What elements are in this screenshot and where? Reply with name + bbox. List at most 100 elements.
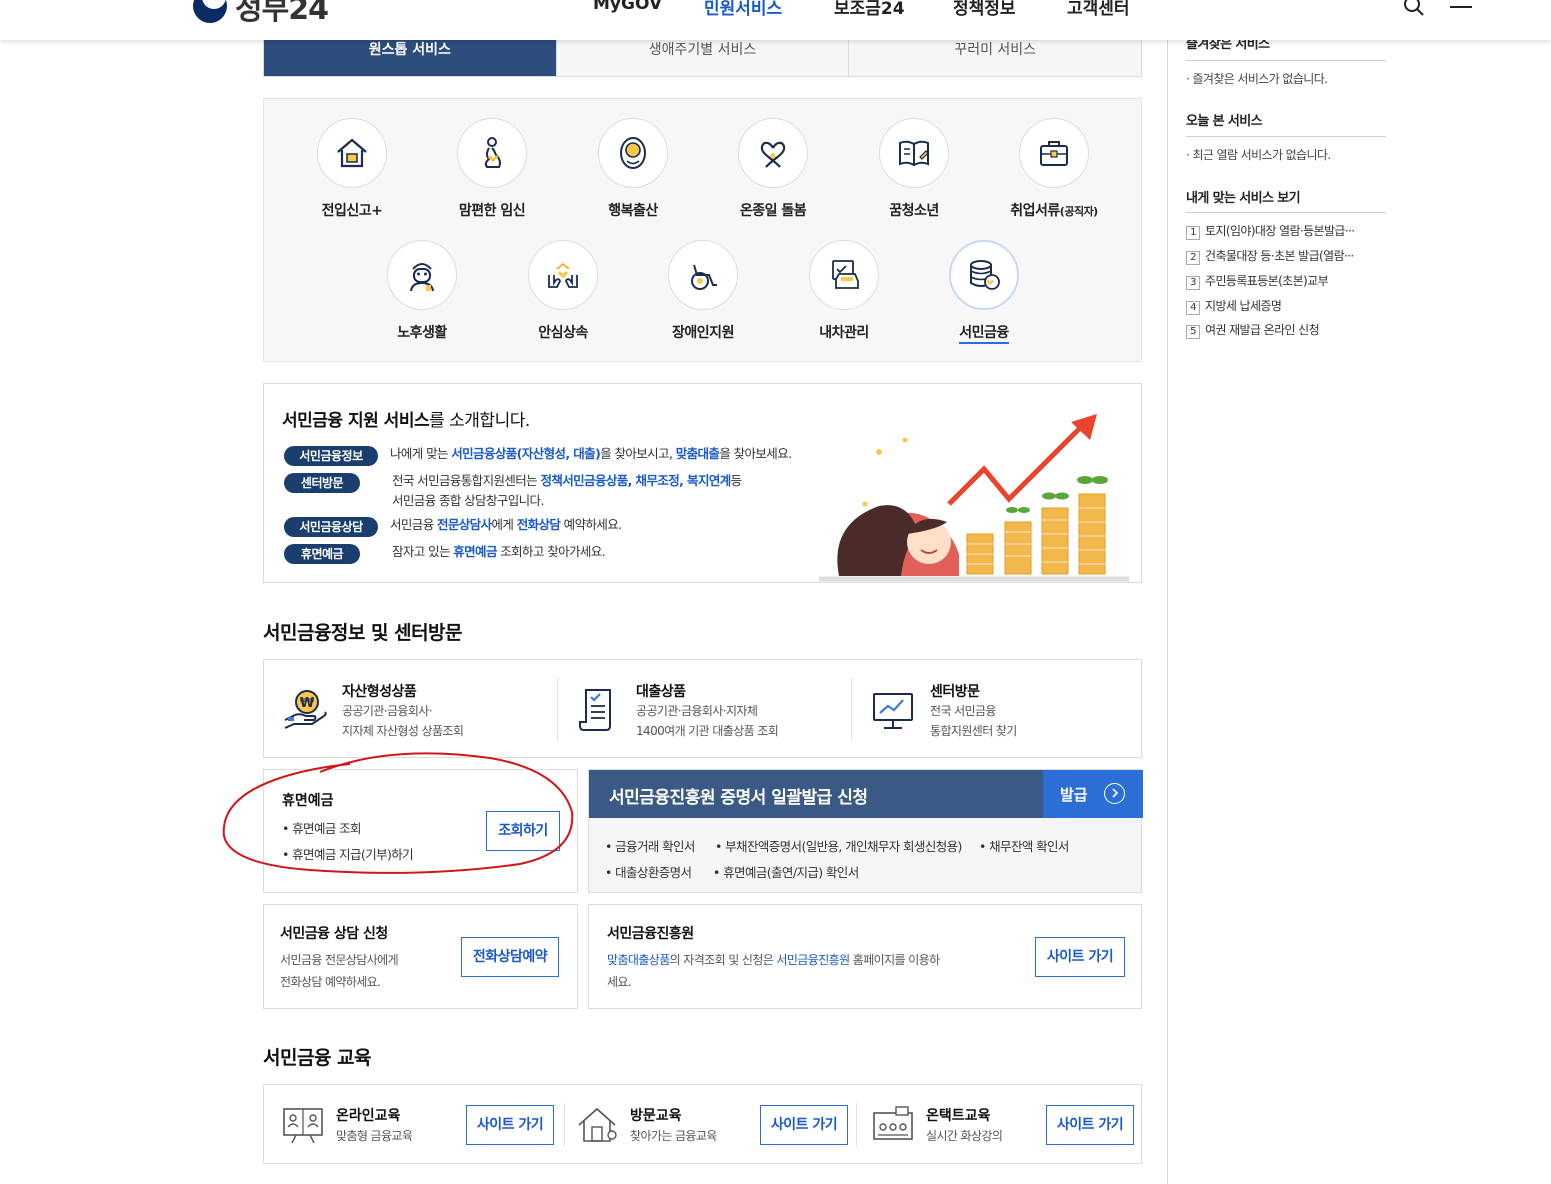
- sidebar-rank-item[interactable]: 2 건축물대장 등·초본 발급(열람···: [1186, 247, 1354, 265]
- finance-info-links: ₩ 자산형성상품 공공기관·금융회사· 지자체 자산형성 상품조회 대출상품 공공…: [263, 659, 1142, 758]
- category-inheritance[interactable]: 안심상속: [493, 240, 633, 342]
- elderly-icon: [410, 263, 434, 292]
- education-box: 온라인교육 맞춤형 금융교육 사이트 가기 방문교육 찾아가는 금융교육 사이트…: [263, 1084, 1142, 1164]
- divider: [1186, 60, 1386, 61]
- sidebar-rank-title: 내게 맞는 서비스 보기: [1186, 191, 1301, 206]
- category-move-in[interactable]: 전입신고+: [282, 118, 422, 220]
- category-low-income-finance[interactable]: 서민금융: [914, 240, 1054, 344]
- agency-box: 서민금융진흥원 맞춤대출상품의 자격조회 및 신청은 서민금융진흥원 홈페이지를…: [588, 904, 1142, 1009]
- chevron-right-circle-icon: [1104, 783, 1125, 804]
- ontact-education-site-button[interactable]: 사이트 가기: [1046, 1105, 1134, 1145]
- cert-item: 금융거래 확인서: [605, 836, 695, 855]
- list-item: 휴면예금 조회: [282, 816, 413, 842]
- category-car[interactable]: 내차관리: [774, 240, 914, 342]
- site-logo[interactable]: 정부24: [193, 0, 329, 27]
- cert-header: 서민금융진흥원 증명서 일괄발급 신청: [589, 770, 1043, 818]
- category-youth[interactable]: 꿈청소년: [844, 118, 984, 220]
- category-disability[interactable]: 장애인지원: [633, 240, 773, 342]
- house-icon: [337, 138, 367, 168]
- section-title-finance-info: 서민금융정보 및 센터방문: [263, 622, 463, 644]
- onestop-category-grid: 전입신고+ 맘편한 임신 행복출산 온종일 돌봄 꿈청소년 취업서류(공직자) …: [263, 98, 1142, 362]
- sidebar-rank-item[interactable]: 4 지방세 납세증명: [1186, 297, 1282, 315]
- agency-site-button[interactable]: 사이트 가기: [1035, 937, 1125, 977]
- intro-desc-finance-info: 나에게 맞는 서민금융상품(자산형성, 대출)을 찾아보시고, 맞춤대출을 찾아…: [390, 446, 792, 461]
- car-icon: [832, 260, 859, 289]
- nav-civil-services[interactable]: 민원서비스: [704, 0, 782, 19]
- won-hand-icon: ₩: [284, 690, 327, 729]
- custom-loan-link[interactable]: 맞춤대출상품: [607, 953, 670, 967]
- house-visit-icon: [578, 1107, 617, 1142]
- visit-education-site-button[interactable]: 사이트 가기: [760, 1105, 848, 1145]
- finance-growth-illustration: [819, 414, 1129, 582]
- category-daycare[interactable]: 온종일 돌봄: [703, 118, 843, 220]
- dormant-deposit-box: 휴면예금 휴면예금 조회 휴면예금 지급(기부)하기 조회하기: [263, 769, 578, 893]
- center-visit-link[interactable]: 센터방문 전국 서민금융 통합지원센터 찾기: [852, 660, 1145, 759]
- category-employment-docs[interactable]: 취업서류(공직자): [984, 118, 1124, 220]
- cert-item: 대출상환증명서: [605, 862, 692, 881]
- cert-issue-button[interactable]: 발급: [1043, 770, 1143, 818]
- tab-onestop[interactable]: 원스톱 서비스: [264, 40, 557, 76]
- sidebar-rank-item[interactable]: 3 주민등록표등본(초본)교부: [1186, 272, 1329, 290]
- phone-consult-button[interactable]: 전화상담예약: [461, 937, 559, 977]
- badge-center-visit: 센터방문: [284, 473, 360, 493]
- nav-policy-info[interactable]: 정책정보: [953, 0, 1016, 19]
- global-header: 정부24 MyGOV 민원서비스 보조금24 정책정보 고객센터: [0, 0, 1551, 40]
- intro-title: 서민금융 지원 서비스를 소개합니다.: [282, 411, 530, 431]
- sidebar-recent-empty: · 최근 열람 서비스가 없습니다.: [1186, 148, 1331, 162]
- nav-customer-center[interactable]: 고객센터: [1067, 0, 1130, 19]
- online-class-icon: [283, 1108, 323, 1144]
- cert-item: 부채잔액증명서(일반용, 개인채무자 회생신청용): [715, 836, 962, 855]
- sidebar-recent-title: 오늘 본 서비스: [1186, 114, 1263, 129]
- menu-icon[interactable]: [1450, 0, 1472, 16]
- category-pregnancy[interactable]: 맘편한 임신: [422, 118, 562, 220]
- sidebar-rank-item[interactable]: 5 여권 재발급 온라인 신청: [1186, 321, 1320, 339]
- book-icon: [899, 140, 929, 167]
- sidebar-divider: [1167, 40, 1168, 1184]
- gov-emblem-icon: [193, 0, 227, 23]
- list-item: 휴면예금 지급(기부)하기: [282, 842, 414, 868]
- category-label-main: 취업서류: [1010, 203, 1060, 219]
- finance-intro-panel: 서민금융 지원 서비스를 소개합니다. 서민금융정보 나에게 맞는 서민금융상품…: [263, 383, 1142, 583]
- sidebar-favorites-empty: · 즐겨찾은 서비스가 없습니다.: [1186, 72, 1328, 86]
- hands-house-icon: [548, 262, 578, 288]
- svg-text:₩: ₩: [300, 696, 315, 711]
- cert-item: 휴면예금(출연/지급) 확인서: [713, 862, 859, 881]
- section-title-education: 서민금융 교육: [263, 1047, 372, 1069]
- search-icon[interactable]: [1402, 0, 1426, 18]
- service-tabs: 원스톱 서비스 생애주기별 서비스 꾸러미 서비스: [263, 40, 1142, 77]
- video-class-icon: [873, 1106, 913, 1140]
- coins-icon: [970, 260, 1000, 290]
- badge-finance-info: 서민금융정보: [284, 446, 378, 466]
- intro-desc-center-visit: 전국 서민금융통합지원센터는 정책서민금융상품, 채무조정, 복지연계등 서민금융…: [392, 473, 742, 508]
- tab-lifecycle[interactable]: 생애주기별 서비스: [557, 40, 850, 76]
- category-birth[interactable]: 행복출산: [563, 118, 703, 220]
- online-education: 온라인교육 맞춤형 금융교육 사이트 가기: [264, 1085, 564, 1165]
- asset-products-link[interactable]: ₩ 자산형성상품 공공기관·금융회사· 지자체 자산형성 상품조회: [264, 660, 557, 759]
- wheelchair-icon: [691, 264, 717, 290]
- nav-subsidy24[interactable]: 보조금24: [834, 0, 905, 19]
- briefcase-icon: [1040, 141, 1068, 166]
- ribbon-heart-icon: [760, 141, 786, 168]
- document-check-icon: [579, 689, 611, 731]
- dormant-title: 휴면예금: [282, 793, 334, 809]
- intro-desc-consult: 서민금융 전문상담사에게 전화상담 예약하세요.: [390, 517, 622, 532]
- loan-products-link[interactable]: 대출상품 공공기관·금융회사·지자체 1400여개 기관 대출상품 조회: [558, 660, 851, 759]
- category-retirement[interactable]: 노후생활: [352, 240, 492, 342]
- sidebar-rank-item[interactable]: 1 토지(임야)대장 열람·등본발급···: [1186, 222, 1355, 240]
- baby-icon: [620, 137, 646, 169]
- certificate-issue-box: 서민금융진흥원 증명서 일괄발급 신청 발급 금융거래 확인서 부채잔액증명서(…: [588, 769, 1143, 893]
- monitor-chart-icon: [873, 693, 913, 729]
- intro-desc-dormant: 잠자고 있는 휴면예금 조회하고 찾아가세요.: [392, 544, 606, 559]
- cert-item: 채무잔액 확인서: [979, 836, 1069, 855]
- agency-link[interactable]: 서민금융진흥원: [776, 953, 850, 967]
- consult-box: 서민금융 상담 신청 서민금융 전문상담사에게 전화상담 예약하세요. 전화상담예…: [263, 904, 578, 1009]
- nav-mygov[interactable]: MyGOV: [593, 0, 662, 14]
- dormant-list: 휴면예금 조회 휴면예금 지급(기부)하기: [282, 816, 414, 868]
- divider: [1186, 212, 1386, 213]
- category-label-sub: (공직자): [1059, 205, 1098, 218]
- ontact-education: 온택트교육 실시간 화상강의 사이트 가기: [854, 1085, 1143, 1165]
- badge-consult: 서민금융상담: [284, 517, 378, 537]
- tab-package[interactable]: 꾸러미 서비스: [849, 40, 1141, 76]
- online-education-site-button[interactable]: 사이트 가기: [466, 1105, 554, 1145]
- dormant-lookup-button[interactable]: 조회하기: [486, 811, 560, 851]
